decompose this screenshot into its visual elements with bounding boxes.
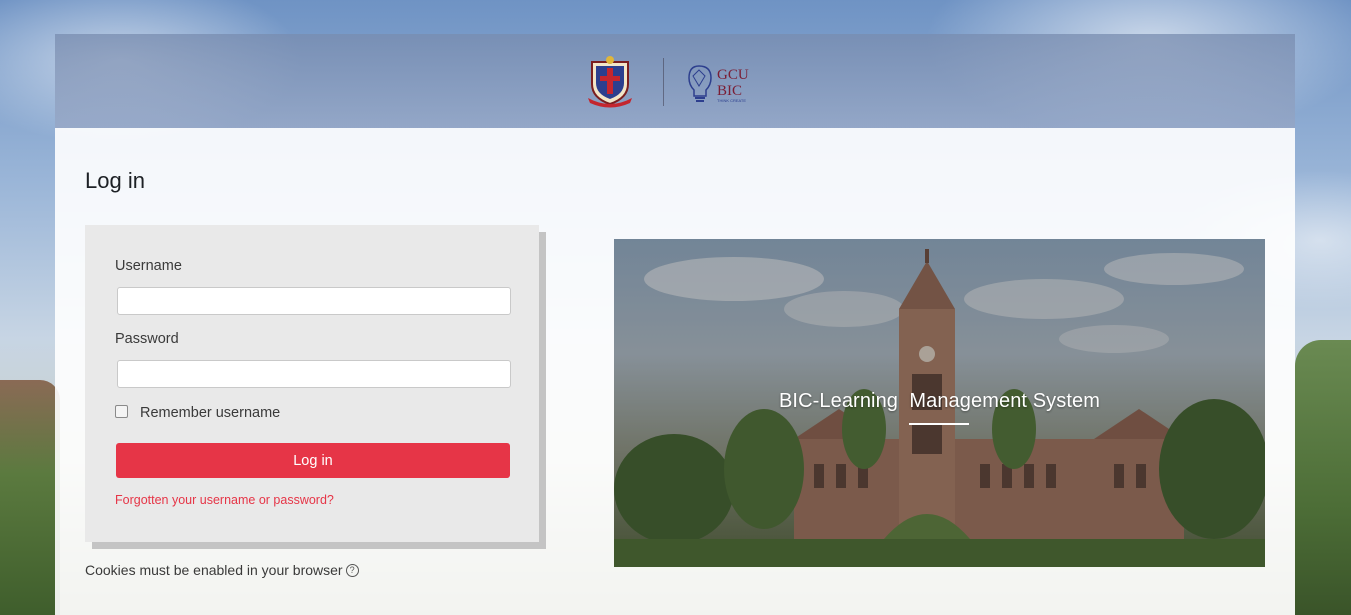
main-content: Log in Username Password Remember userna… (55, 128, 1295, 615)
background-tree-left (0, 380, 60, 615)
logo-divider (663, 58, 664, 106)
page-title: Log in (85, 168, 145, 193)
remember-username-label[interactable]: Remember username (140, 405, 280, 421)
logo-tagline: THINK CREATE (717, 98, 746, 103)
login-button[interactable]: Log in (116, 443, 510, 478)
remember-username-checkbox[interactable] (115, 405, 128, 418)
hero-title-underline (909, 423, 969, 425)
background-tree-right (1295, 340, 1351, 615)
gcu-bic-lightbulb-icon: GCU BIC THINK CREATE (687, 62, 759, 106)
password-input[interactable] (117, 360, 511, 388)
password-label: Password (115, 331, 179, 347)
university-crest-icon (585, 54, 635, 108)
login-form: Username Password Remember username Log … (85, 225, 539, 542)
hero-title: BIC-Learning Management System (778, 390, 1101, 412)
hero-banner: BIC-Learning Management System (614, 239, 1265, 567)
logo-text-line1: GCU (717, 67, 749, 83)
question-circle-icon[interactable]: ? (345, 563, 359, 577)
logo-text-line2: BIC (717, 83, 742, 99)
cookies-notice-text: Cookies must be enabled in your browser (85, 562, 343, 578)
login-page-panel: GCU BIC THINK CREATE Log in Username Pas… (55, 34, 1295, 615)
username-input[interactable] (117, 287, 511, 315)
cookies-notice: Cookies must be enabled in your browser … (85, 562, 359, 578)
username-label: Username (115, 258, 182, 274)
forgot-password-link[interactable]: Forgotten your username or password? (115, 493, 334, 507)
header-band: GCU BIC THINK CREATE (55, 34, 1295, 128)
remember-username-row[interactable]: Remember username (115, 403, 280, 423)
